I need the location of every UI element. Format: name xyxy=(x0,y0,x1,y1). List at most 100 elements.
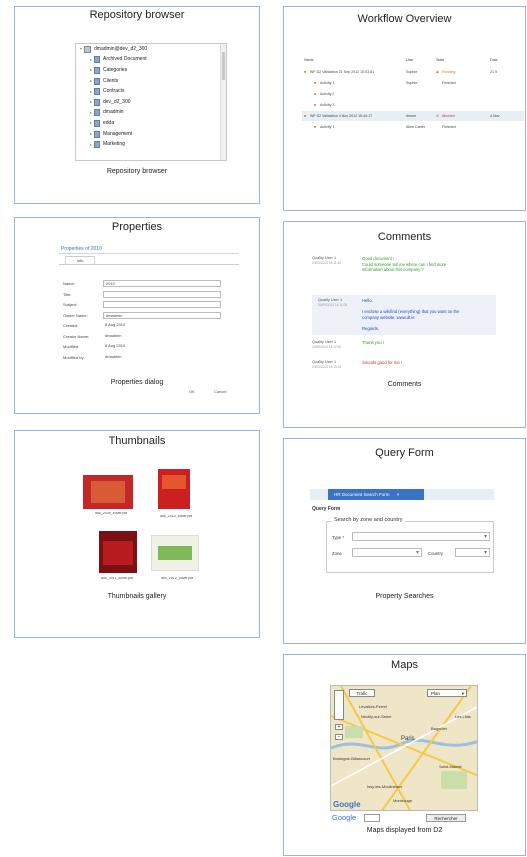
workflow-table: Name User State Date ■ WF D2 Validation 2… xyxy=(302,55,524,135)
zone-label: Zone xyxy=(332,551,342,556)
map-roads xyxy=(331,686,477,810)
workflow-col-date: Date xyxy=(490,58,498,62)
zoom-out-button[interactable]: − xyxy=(335,734,343,740)
tree-item-4[interactable]: ▸ dev_d2_300 xyxy=(76,97,226,108)
tree-item-5[interactable]: ▸ dmadmin xyxy=(76,108,226,119)
workflow-row-user: Sophie xyxy=(406,70,418,74)
thumbnail-2-inner xyxy=(162,475,186,489)
thumbnail-2[interactable] xyxy=(158,469,190,509)
property-value: dmadmin xyxy=(105,332,122,338)
workflow-row[interactable]: ■ WF D2 Validation 4 Nov 2012 15:44:17 dmu… xyxy=(302,111,524,121)
tree-scrollbar-thumb[interactable] xyxy=(222,52,225,80)
workflow-row-name: WF D2 Validation 21 Sep 2012 10:53:51 xyxy=(310,70,375,74)
workflow-row-state: Finished xyxy=(442,125,456,129)
workflow-row[interactable]: ■ Activity 1 Allen Carter Finished xyxy=(302,122,524,132)
property-label: Modified: xyxy=(63,344,80,349)
properties-dialog-rule xyxy=(59,253,239,254)
country-select[interactable] xyxy=(455,548,490,557)
map-road-3 xyxy=(381,686,472,810)
repository-browser-caption: Repository browser xyxy=(106,168,168,175)
tree-item-2[interactable]: ▸ Clients xyxy=(76,76,226,87)
comments-card: Comments Quality User 1 20/09/2013 14:11:… xyxy=(283,221,526,428)
folder-icon xyxy=(94,109,100,117)
folder-icon xyxy=(94,66,100,74)
plan-button[interactable]: Plan ▾ xyxy=(427,689,467,697)
type-select[interactable] xyxy=(352,532,490,541)
comment-date: 20/09/2013 14:13:01 xyxy=(312,365,342,369)
country-label: Country xyxy=(428,551,444,556)
tree-item-label: Marketing xyxy=(103,141,125,148)
map-search-input[interactable] xyxy=(364,814,380,822)
tree-item-3[interactable]: ▸ Contracts xyxy=(76,86,226,97)
map-search-button[interactable]: Rechercher xyxy=(426,814,466,822)
comments-title: Comments xyxy=(377,231,432,243)
tree-item-8[interactable]: ▸ Marketing xyxy=(76,139,226,150)
workflow-row[interactable]: ■ Activity 3 xyxy=(302,100,524,110)
query-form-title: Query Form xyxy=(375,447,434,459)
zoom-in-button[interactable]: + xyxy=(335,724,343,730)
tree-item-label: Management xyxy=(103,130,133,137)
workflow-row[interactable]: ■ Activity 1 Sophie Finished xyxy=(302,78,524,88)
folder-icon xyxy=(94,130,100,138)
type-label: Type * xyxy=(332,535,345,540)
workflow-overview-title: Workflow Overview xyxy=(357,13,452,25)
comments-caption: Comments xyxy=(387,381,422,388)
comment-text: information about this company ? xyxy=(362,267,424,272)
thumbnails-card: Thumbnails doc_2009_cover.pdf doc_2010_c… xyxy=(14,430,260,638)
workflow-row[interactable]: ■ WF D2 Validation 21 Sep 2012 10:53:51 So… xyxy=(302,67,524,77)
properties-dialog-title: Properties of 2010 xyxy=(61,246,102,252)
workflow-row[interactable]: ■ Activity 2 xyxy=(302,89,524,99)
tree-item-7[interactable]: ▸ Management xyxy=(76,129,226,140)
property-input[interactable] xyxy=(103,301,221,308)
map-view[interactable]: + − Trafic Plan ▾ Levallois-Perret Neuill… xyxy=(330,685,478,811)
workflow-col-name: Name xyxy=(304,58,314,62)
map-pan-control[interactable] xyxy=(334,690,344,720)
tree-item-6[interactable]: ▸ edda xyxy=(76,118,226,129)
property-label: Name: xyxy=(63,281,75,286)
comment-author: Quality User 1 xyxy=(312,360,337,364)
zone-select[interactable] xyxy=(352,548,422,557)
workflow-row-user: Sophie xyxy=(406,81,418,85)
workflow-row-state: Aborted xyxy=(442,114,455,118)
tree-item-label: Categories xyxy=(103,66,128,73)
property-label: Created: xyxy=(63,323,79,328)
tree-root[interactable]: ▾ dmadmin@dev_d2_300 xyxy=(76,44,226,55)
tab-info[interactable]: Info xyxy=(65,256,95,264)
folder-icon xyxy=(94,98,100,106)
thumbnail-3[interactable] xyxy=(99,531,137,573)
property-label: Modified by: xyxy=(63,354,85,360)
tree-item-0[interactable]: ▸ Archived Document xyxy=(76,55,226,66)
tree-item-label: Contracts xyxy=(103,88,125,95)
thumbnail-1-inner xyxy=(91,481,125,503)
thumbnail-1[interactable] xyxy=(83,475,133,509)
ok-button[interactable]: OK xyxy=(189,389,195,394)
traffic-button[interactable]: Trafic xyxy=(349,689,375,697)
comment-text: Could someone tell me where can I find m… xyxy=(362,261,447,267)
property-label: Owner Name: xyxy=(63,312,88,318)
property-value: 8 Aug 2010 xyxy=(105,322,126,327)
tab-hr-search-form-label: HR Document Search Form xyxy=(334,492,390,497)
property-value: 8 Aug 2010 xyxy=(105,343,126,348)
query-form-caption: Property Searches xyxy=(375,593,434,600)
thumbnail-4[interactable] xyxy=(151,535,199,571)
property-input[interactable] xyxy=(103,290,221,298)
tree-item-label: Archived Document xyxy=(103,56,147,63)
properties-tab-body xyxy=(59,264,239,265)
thumbnail-4-label: doc_2012_cover.pdf xyxy=(161,577,194,580)
property-input[interactable]: 2010 xyxy=(103,280,221,287)
workflow-row-icon: ■ xyxy=(314,125,317,129)
workflow-row-date: 21.9 xyxy=(490,70,497,74)
thumbnails-title: Thumbnails xyxy=(108,435,166,447)
tree-item-1[interactable]: ▸ Categories xyxy=(76,65,226,76)
folder-icon xyxy=(94,56,100,64)
close-icon[interactable]: × xyxy=(397,492,400,497)
map-place-label: Levallois-Perret xyxy=(359,704,387,709)
tree-scrollbar[interactable] xyxy=(220,44,226,160)
property-input[interactable]: dmadmin xyxy=(103,311,221,319)
comment-text: Thank you ! xyxy=(362,340,384,345)
query-group-title: Search by zone and country xyxy=(332,517,405,523)
cancel-button[interactable]: Cancel xyxy=(214,389,226,394)
tab-hr-search-form[interactable]: HR Document Search Form × xyxy=(328,489,424,500)
properties-card: Properties Properties of 2010 Info Name:… xyxy=(14,217,260,414)
repository-tree[interactable]: ▾ dmadmin@dev_d2_300 ▸ Archived Document ▸… xyxy=(75,43,227,161)
